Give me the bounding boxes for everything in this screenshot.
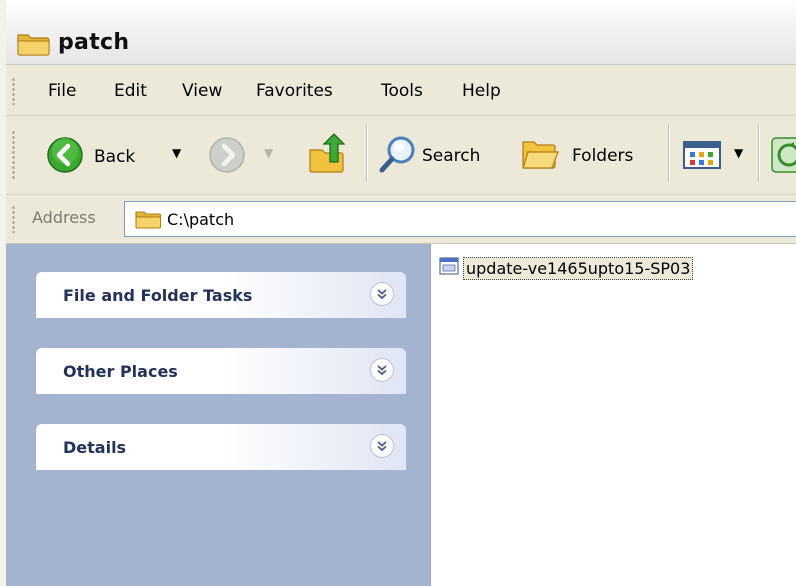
back-arrow-icon: [46, 136, 84, 178]
task-pane: File and Folder Tasks Other Places Detai…: [6, 244, 431, 586]
address-value: C:\patch: [167, 210, 235, 229]
folder-icon: [135, 209, 161, 233]
panel-file-folder-tasks[interactable]: File and Folder Tasks: [36, 272, 406, 318]
menu-tools[interactable]: Tools: [381, 81, 423, 101]
search-icon: [378, 134, 418, 178]
standard-toolbar: Back ▼ ▼ Search Folders ▼: [6, 116, 796, 195]
address-input[interactable]: C:\patch: [124, 201, 796, 237]
menu-file[interactable]: File: [48, 81, 76, 101]
chevron-down-icon[interactable]: [370, 434, 394, 458]
file-item[interactable]: update-ve1465upto15-SP03: [439, 256, 694, 280]
panel-title: Details: [63, 438, 127, 457]
menu-edit[interactable]: Edit: [114, 81, 147, 101]
forward-dropdown-icon[interactable]: ▼: [264, 146, 273, 160]
views-button[interactable]: [682, 140, 722, 174]
panel-title: File and Folder Tasks: [63, 286, 253, 305]
forward-arrow-icon: [208, 136, 246, 178]
toolbar-separator: [366, 124, 368, 182]
address-label: Address: [32, 208, 96, 227]
file-list[interactable]: update-ve1465upto15-SP03: [431, 244, 796, 586]
folder-icon: [16, 30, 50, 60]
chevron-down-icon[interactable]: [370, 358, 394, 382]
exe-file-icon: [439, 256, 459, 280]
address-bar: Address C:\patch: [6, 195, 796, 244]
title-bar[interactable]: patch: [6, 0, 796, 65]
panel-other-places[interactable]: Other Places: [36, 348, 406, 394]
menu-bar: File Edit View Favorites Tools Help: [6, 65, 796, 116]
sync-icon: [770, 136, 796, 178]
folders-icon: [520, 136, 562, 176]
menu-view[interactable]: View: [182, 81, 222, 101]
up-folder-button[interactable]: [306, 132, 348, 180]
folders-button[interactable]: Folders: [520, 136, 633, 176]
up-folder-icon: [306, 132, 348, 180]
toolbar-separator: [668, 124, 670, 182]
views-dropdown-icon[interactable]: ▼: [734, 146, 743, 160]
menu-grip[interactable]: [12, 77, 15, 105]
folders-label: Folders: [572, 146, 634, 166]
search-label: Search: [422, 146, 481, 166]
menu-help[interactable]: Help: [462, 81, 501, 101]
back-dropdown-icon[interactable]: ▼: [172, 146, 181, 160]
sync-button[interactable]: [770, 136, 796, 178]
window-title: patch: [58, 30, 130, 55]
menu-favorites[interactable]: Favorites: [256, 81, 333, 101]
explorer-window: patch File Edit View Favorites Tools Hel…: [0, 0, 796, 586]
search-button[interactable]: Search: [378, 134, 480, 178]
file-name: update-ve1465upto15-SP03: [463, 256, 694, 280]
back-label: Back: [94, 147, 136, 167]
forward-button[interactable]: [208, 136, 246, 178]
address-grip[interactable]: [12, 205, 15, 233]
chevron-down-icon[interactable]: [370, 282, 394, 306]
toolbar-separator: [758, 124, 760, 182]
toolbar-grip[interactable]: [12, 130, 15, 180]
views-icon: [682, 140, 722, 174]
back-button[interactable]: Back: [46, 136, 135, 178]
panel-title: Other Places: [63, 362, 178, 381]
panel-details[interactable]: Details: [36, 424, 406, 470]
